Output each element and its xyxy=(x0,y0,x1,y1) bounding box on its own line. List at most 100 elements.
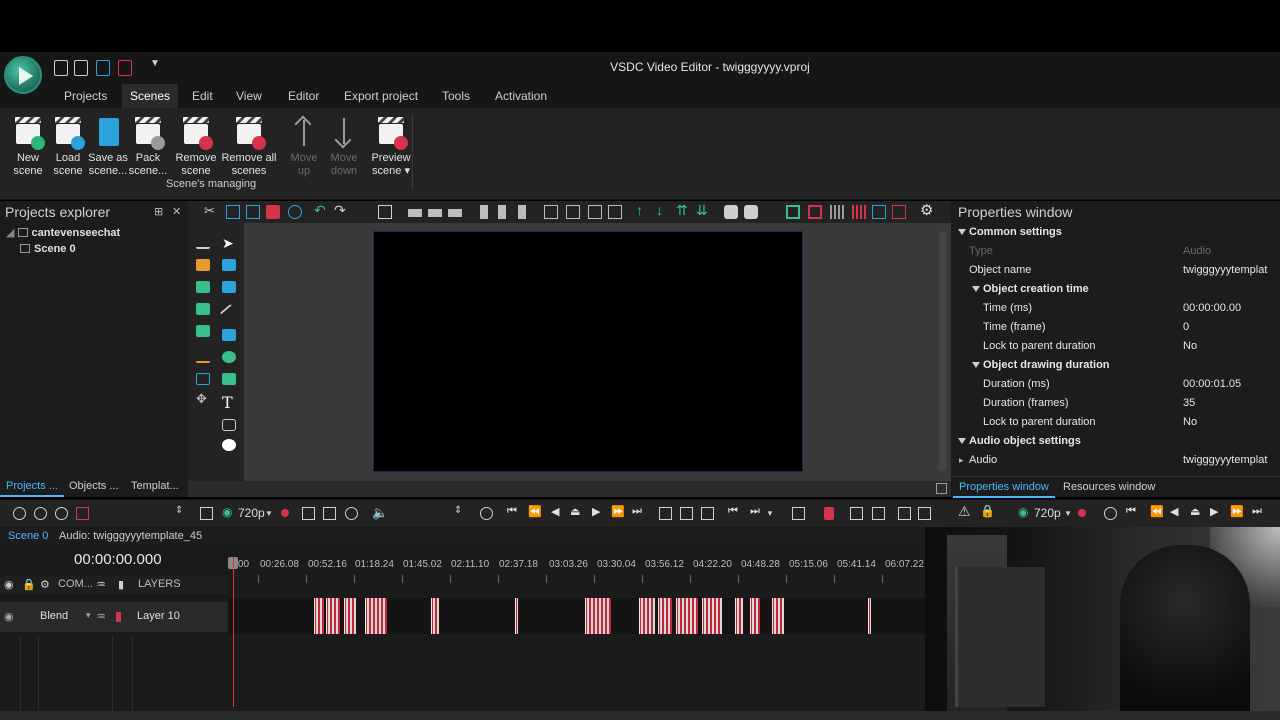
align-clips-icon[interactable] xyxy=(850,507,863,520)
prop-row-time-frame[interactable]: Time (frame) 0 xyxy=(951,318,1280,337)
tree-item-project[interactable]: ◢ cantevenseechat xyxy=(6,225,120,241)
menu-view[interactable]: View xyxy=(228,84,270,108)
audio-clip[interactable] xyxy=(515,598,518,634)
go-to-start-icon[interactable]: ⏮ xyxy=(507,505,517,518)
select-tool-icon[interactable]: ➤ xyxy=(222,235,234,252)
go-to-start-icon-2[interactable]: ⏮ xyxy=(1126,505,1136,518)
audio-clip[interactable] xyxy=(772,598,784,634)
ellipse-tool-icon[interactable] xyxy=(222,351,236,363)
timeline-horizontal-scrollbar[interactable] xyxy=(0,711,1280,720)
align-bottom-icon[interactable] xyxy=(518,205,526,219)
loop-icon[interactable] xyxy=(345,507,358,520)
record-icon[interactable] xyxy=(76,507,89,520)
collapse-icon[interactable]: ◢ xyxy=(6,227,14,239)
align-middle-icon[interactable] xyxy=(498,205,506,219)
tab-objects[interactable]: Objects ... xyxy=(63,476,125,497)
collapse-icon[interactable] xyxy=(958,229,966,235)
volume-icon[interactable]: 🔈 xyxy=(372,505,388,521)
chevron-down-icon[interactable]: ▼ xyxy=(265,509,273,518)
record-dot-icon[interactable] xyxy=(281,509,289,517)
move-forward-icon[interactable]: ↑ xyxy=(636,202,650,218)
prop-row-audio[interactable]: ▸ Audio twigggyyytemplat xyxy=(951,451,1280,470)
send-to-back-icon[interactable]: ⇊ xyxy=(696,202,710,218)
cut-icon[interactable]: ✂ xyxy=(204,203,218,218)
close-icon[interactable]: ✕ xyxy=(172,201,181,223)
pack-scene-button[interactable]: Pack scene... xyxy=(126,116,170,178)
menu-editor[interactable]: Editor xyxy=(280,84,327,108)
prop-value[interactable]: twigggyyytemplat xyxy=(1183,261,1267,280)
video-file-tool-icon[interactable] xyxy=(196,325,210,337)
align-top-icon[interactable] xyxy=(480,205,488,219)
audio-track[interactable] xyxy=(228,598,925,634)
rewind-icon-2[interactable]: ⏪ xyxy=(1150,505,1164,518)
menu-projects[interactable]: Projects xyxy=(56,84,115,108)
arrange-dropdown-icon[interactable] xyxy=(918,507,931,520)
audio-clip[interactable] xyxy=(344,598,356,634)
prop-row-time-ms[interactable]: Time (ms) 00:00:00.00 xyxy=(951,299,1280,318)
move-backward-icon[interactable]: ↓ xyxy=(656,202,670,218)
layer-name[interactable]: Layer 10 xyxy=(137,610,180,622)
preview-canvas[interactable] xyxy=(373,231,803,472)
menu-tools[interactable]: Tools xyxy=(434,84,478,108)
record-dot-icon-2[interactable] xyxy=(1078,509,1086,517)
remove-all-scenes-button[interactable]: Remove all scenes xyxy=(220,116,278,178)
move-tool-icon[interactable]: ✥ xyxy=(196,391,207,407)
prev-frame-icon-2[interactable]: ◀ xyxy=(1170,505,1178,518)
audio-clip[interactable] xyxy=(658,598,672,634)
group-icon[interactable] xyxy=(724,205,738,219)
zoom-in-icon[interactable] xyxy=(13,507,26,520)
snap-timeline-icon[interactable] xyxy=(792,507,805,520)
lock-layer-icon[interactable]: 🔒 xyxy=(22,578,36,591)
layer-settings-icon[interactable]: ⚙ xyxy=(40,578,50,591)
tab-audio-object[interactable]: Audio: twigggyyytemplate_45 xyxy=(53,527,208,545)
menu-activation[interactable]: Activation xyxy=(487,84,555,108)
align-center-icon[interactable] xyxy=(428,209,442,217)
settings-gear-icon[interactable]: ⚙ xyxy=(920,201,934,219)
rect-shape-tool-icon[interactable] xyxy=(222,329,236,341)
trim-icon[interactable] xyxy=(323,507,336,520)
prop-value[interactable]: 0 xyxy=(1183,318,1189,337)
save-scene-button[interactable]: Save as scene... xyxy=(86,116,130,178)
new-scene-button[interactable]: New scene xyxy=(6,116,50,178)
fullscreen-icon[interactable] xyxy=(936,483,947,494)
audio-clip[interactable] xyxy=(750,598,760,634)
chevron-down-icon-2[interactable]: ▼ xyxy=(766,509,774,518)
line-tool-icon[interactable] xyxy=(219,303,239,323)
text-tool-icon[interactable]: T xyxy=(222,393,233,412)
crop-icon[interactable] xyxy=(378,205,392,219)
mark-in-icon[interactable] xyxy=(659,507,672,520)
zoom-out-icon[interactable] xyxy=(34,507,47,520)
expand-icon[interactable]: ▸ xyxy=(959,451,964,470)
redo-icon[interactable]: ↷ xyxy=(334,202,348,218)
audio-clip[interactable] xyxy=(326,598,340,634)
audio-clip[interactable] xyxy=(639,598,655,634)
animation-tool-icon[interactable] xyxy=(196,259,210,271)
prop-section-drawing-duration[interactable]: Object drawing duration xyxy=(951,356,1280,375)
resolution-select-2[interactable]: 720p xyxy=(1034,506,1061,520)
move-up-button[interactable]: Move up xyxy=(282,116,326,178)
prop-value[interactable]: twigggyyytemplat xyxy=(1183,451,1267,470)
audio-clip[interactable] xyxy=(735,598,743,634)
select-all-icon[interactable] xyxy=(288,205,302,219)
spectrum-tool-icon[interactable] xyxy=(196,351,210,363)
distribute-clips-icon[interactable] xyxy=(872,507,885,520)
snap-icon[interactable] xyxy=(786,205,800,219)
fast-forward-icon[interactable]: ⏩ xyxy=(611,505,625,518)
resolution-select[interactable]: 720p xyxy=(238,506,265,520)
prop-row-duration-frames[interactable]: Duration (frames) 35 xyxy=(951,394,1280,413)
undo-icon[interactable]: ↶ xyxy=(314,202,328,218)
load-scene-button[interactable]: Load scene xyxy=(46,116,90,178)
subtitle-tool-icon[interactable] xyxy=(222,419,236,431)
layout-icon[interactable] xyxy=(200,507,213,520)
app-logo-button[interactable] xyxy=(4,56,42,94)
move-down-button[interactable]: Move down xyxy=(322,116,366,178)
menu-export-project[interactable]: Export project xyxy=(336,84,426,108)
tab-resources-window[interactable]: Resources window xyxy=(1057,477,1161,498)
prev-frame-icon[interactable]: ◀ xyxy=(551,505,559,518)
collapse-icon[interactable] xyxy=(972,286,980,292)
layer-visibility-icon[interactable]: ◉ xyxy=(4,610,14,623)
distribute-v-icon[interactable] xyxy=(566,205,580,219)
menu-scenes[interactable]: Scenes xyxy=(122,84,179,108)
grid-icon[interactable] xyxy=(830,205,844,219)
menu-edit[interactable]: Edit xyxy=(184,84,221,108)
